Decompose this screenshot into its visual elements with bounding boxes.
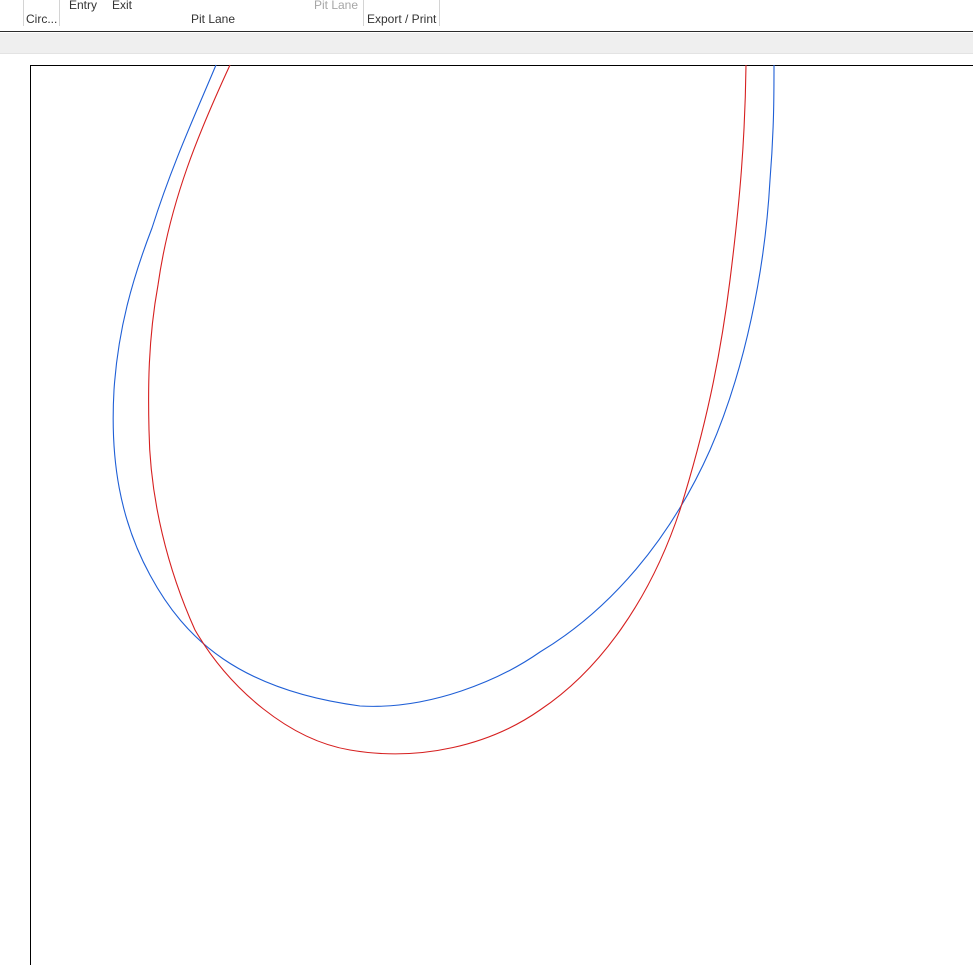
track-boundary-red xyxy=(148,64,747,755)
track-boundary-blue xyxy=(112,64,775,707)
track-drawing xyxy=(112,64,775,755)
